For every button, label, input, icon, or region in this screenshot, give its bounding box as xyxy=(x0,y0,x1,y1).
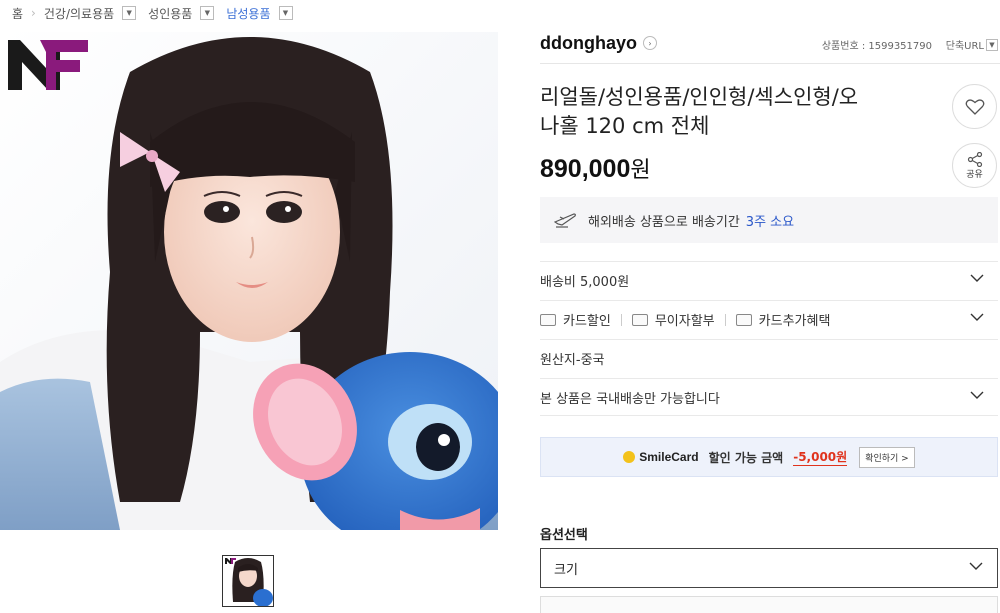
product-title-line2: 나홀 120 cm 전체 xyxy=(540,114,710,138)
product-thumbnail[interactable] xyxy=(222,555,274,607)
overseas-shipping-text: 해외배송 상품으로 배송기간 xyxy=(588,214,740,230)
option-title: 옵션선택 xyxy=(540,528,588,543)
price-unit: 원 xyxy=(630,158,651,183)
smilecard-check-button[interactable]: 확인하기 > xyxy=(859,446,915,468)
origin-text: 원산지-중국 xyxy=(540,353,605,368)
short-url-label: 단축URL xyxy=(945,41,984,52)
divider xyxy=(724,313,726,326)
product-main-image[interactable] xyxy=(0,32,498,530)
divider xyxy=(620,313,622,326)
chevron-down-icon xyxy=(969,562,983,570)
short-url-dropdown[interactable]: 단축URL ▼ xyxy=(946,37,998,52)
breadcrumb-item-adult[interactable]: 성인용품 xyxy=(148,5,192,22)
benefits-row[interactable]: 카드할인 무이자할부 카드추가혜택 xyxy=(540,300,998,338)
chevron-down-icon[interactable]: ▼ xyxy=(122,6,137,20)
chevron-down-icon xyxy=(970,274,984,282)
product-number: 상품번호 : 1599351790 xyxy=(821,41,932,52)
chevron-down-icon: ▼ xyxy=(986,38,998,51)
share-icon xyxy=(967,151,982,167)
product-photo-illustration xyxy=(0,32,498,530)
seller-row: ddonghayo › 상품번호 : 1599351790 단축URL ▼ xyxy=(540,32,1000,54)
breadcrumb-item-health[interactable]: 건강/의료용품 xyxy=(44,5,114,22)
shipping-fee-text: 배송비 5,000원 xyxy=(540,275,630,290)
heart-icon xyxy=(965,98,984,115)
product-title-line1: 리얼돌/성인용품/인인형/섹스인형/오 xyxy=(540,85,859,109)
smilecard-discount-box: SmileCard 할인 가능 금액 -5,000원 확인하기 > xyxy=(540,437,998,477)
card-icon xyxy=(631,313,648,326)
breadcrumb-home[interactable]: 홈 xyxy=(12,5,23,22)
breadcrumb: 홈 › 건강/의료용품 ▼ 성인용품 ▼ 남성용품 ▼ xyxy=(12,4,305,22)
chevron-down-icon[interactable]: ▼ xyxy=(278,6,293,20)
installment-benefit[interactable]: 무이자할부 xyxy=(631,310,715,329)
chevron-down-icon[interactable]: ▼ xyxy=(200,6,215,20)
option-select-secondary[interactable] xyxy=(540,596,998,613)
airplane-icon xyxy=(554,213,576,228)
chevron-down-icon xyxy=(970,391,984,399)
product-title: 리얼돌/성인용품/인인형/섹스인형/오 나홀 120 cm 전체 xyxy=(540,83,890,141)
divider xyxy=(540,63,1000,64)
shipping-fee-row[interactable]: 배송비 5,000원 xyxy=(540,261,998,299)
smilecard-brand: SmileCard xyxy=(639,450,699,464)
seller-name[interactable]: ddonghayo xyxy=(540,33,637,54)
smilecard-label: 할인 가능 금액 xyxy=(708,450,784,465)
share-button[interactable]: 공유 xyxy=(952,143,997,188)
chevron-down-icon xyxy=(970,313,984,321)
card-discount-benefit[interactable]: 카드할인 xyxy=(540,310,611,329)
benefit-label: 무이자할부 xyxy=(654,314,715,329)
card-plus-icon xyxy=(735,313,752,326)
shipping-duration: 3주 소요 xyxy=(745,214,795,230)
thumbnail-illustration xyxy=(223,556,273,606)
domestic-only-text: 본 상품은 국내배송만 가능합니다 xyxy=(540,391,720,407)
domestic-only-row[interactable]: 본 상품은 국내배송만 가능합니다 xyxy=(540,378,998,416)
benefit-label: 카드추가혜택 xyxy=(758,314,831,329)
wishlist-button[interactable] xyxy=(952,84,997,129)
product-price: 890,000원 xyxy=(540,152,651,184)
price-number: 890,000 xyxy=(540,155,631,183)
overseas-shipping-notice: 해외배송 상품으로 배송기간 3주 소요 xyxy=(540,197,998,243)
card-extra-benefit[interactable]: 카드추가혜택 xyxy=(735,310,831,329)
origin-row: 원산지-중국 xyxy=(540,339,998,377)
share-label: 공유 xyxy=(966,169,983,180)
breadcrumb-item-men[interactable]: 남성용품 xyxy=(226,5,270,22)
option-selected-value: 크기 xyxy=(554,562,578,578)
breadcrumb-separator: › xyxy=(31,6,36,20)
benefit-label: 카드할인 xyxy=(563,314,611,329)
product-info-panel: ddonghayo › 상품번호 : 1599351790 단축URL ▼ 리얼… xyxy=(540,0,1000,613)
chevron-right-icon[interactable]: › xyxy=(643,36,657,50)
option-select[interactable]: 크기 xyxy=(540,548,998,588)
card-discount-icon xyxy=(540,313,556,326)
smile-icon xyxy=(623,451,636,463)
smilecard-amount: -5,000원 xyxy=(793,450,848,466)
smilecard-logo: SmileCard xyxy=(623,450,699,464)
